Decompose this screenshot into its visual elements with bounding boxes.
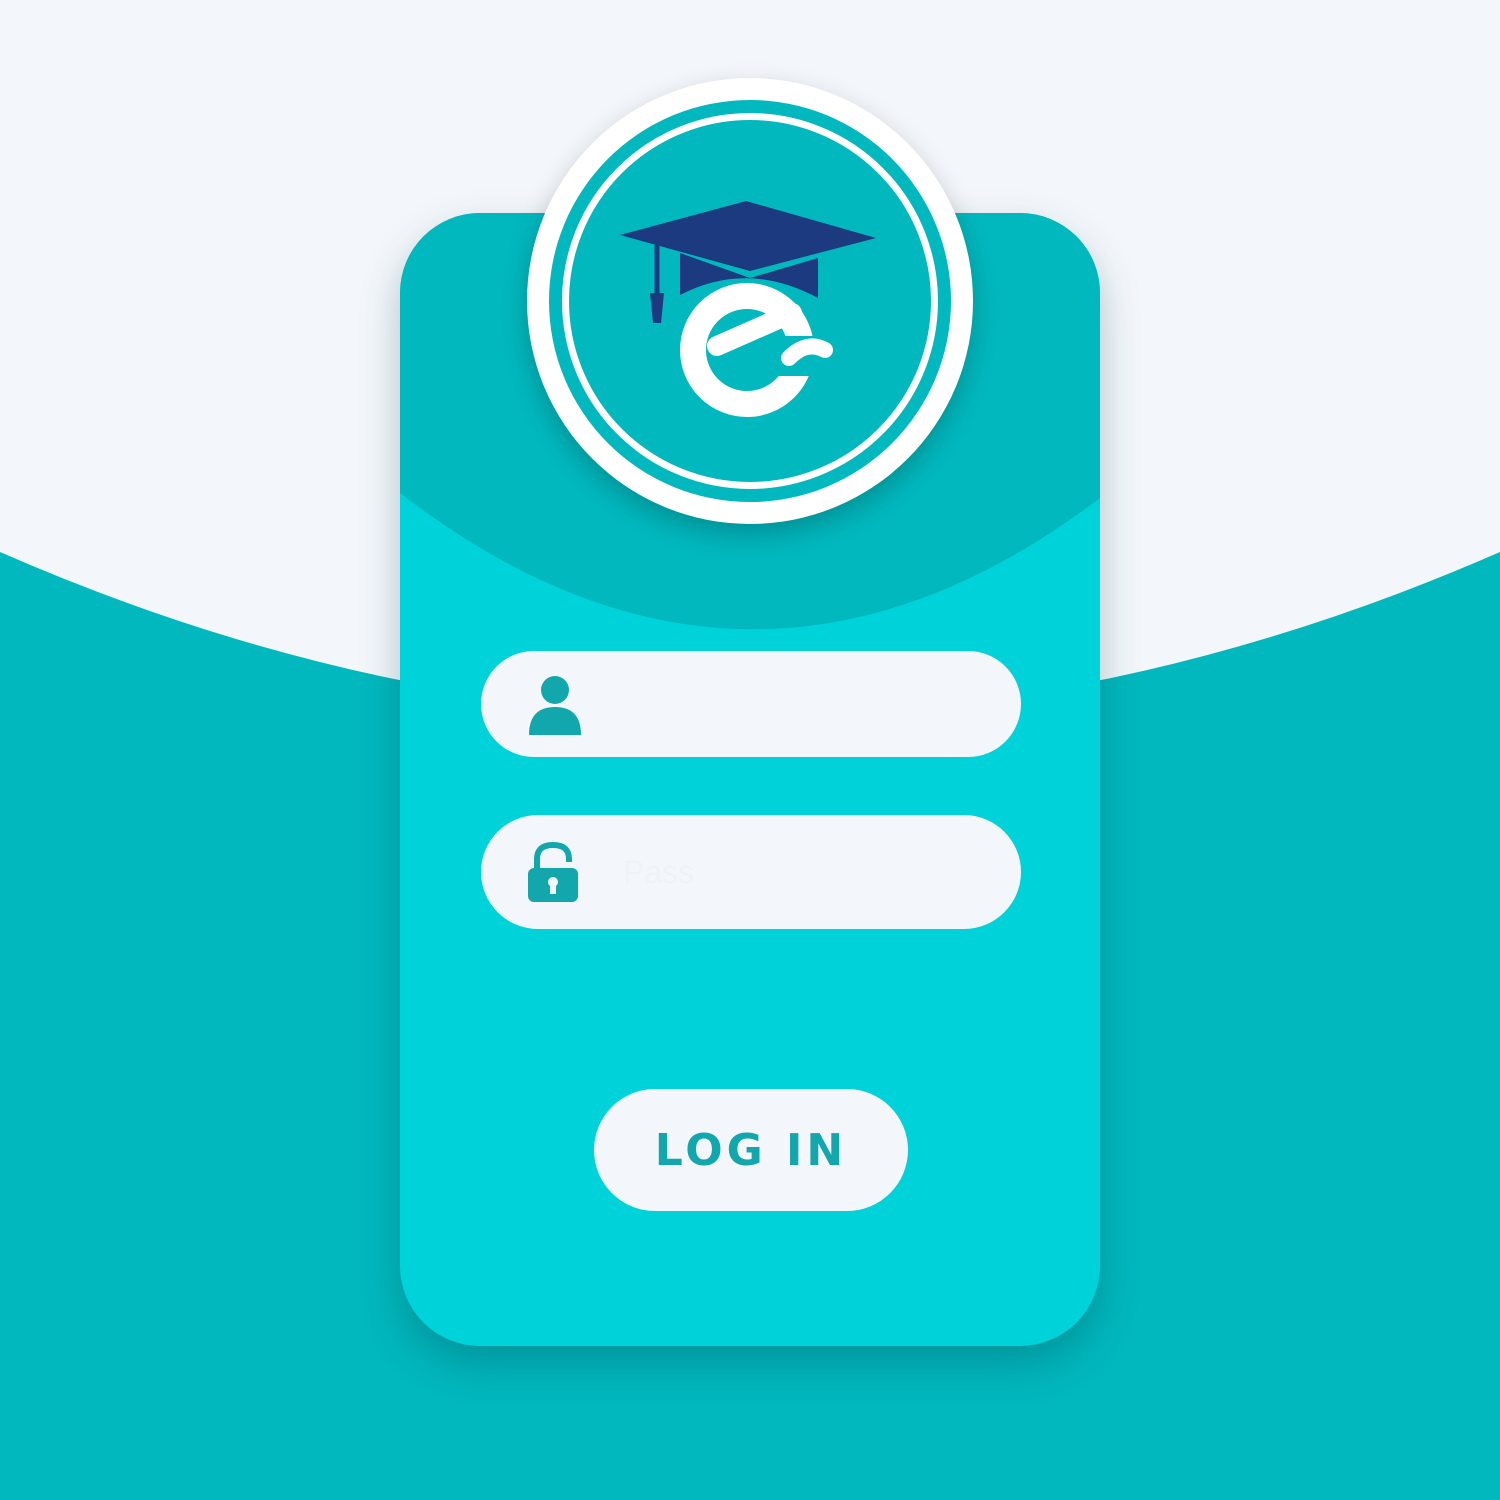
graduation-cap-e-logo-icon (620, 201, 876, 417)
username-input[interactable] (621, 651, 981, 757)
logo-badge (527, 78, 973, 524)
login-button[interactable]: LOG IN (594, 1089, 908, 1211)
username-field[interactable] (481, 651, 1021, 757)
password-input[interactable] (621, 815, 981, 929)
lock-icon (528, 842, 578, 902)
password-field[interactable] (481, 815, 1021, 929)
user-icon (529, 676, 581, 735)
